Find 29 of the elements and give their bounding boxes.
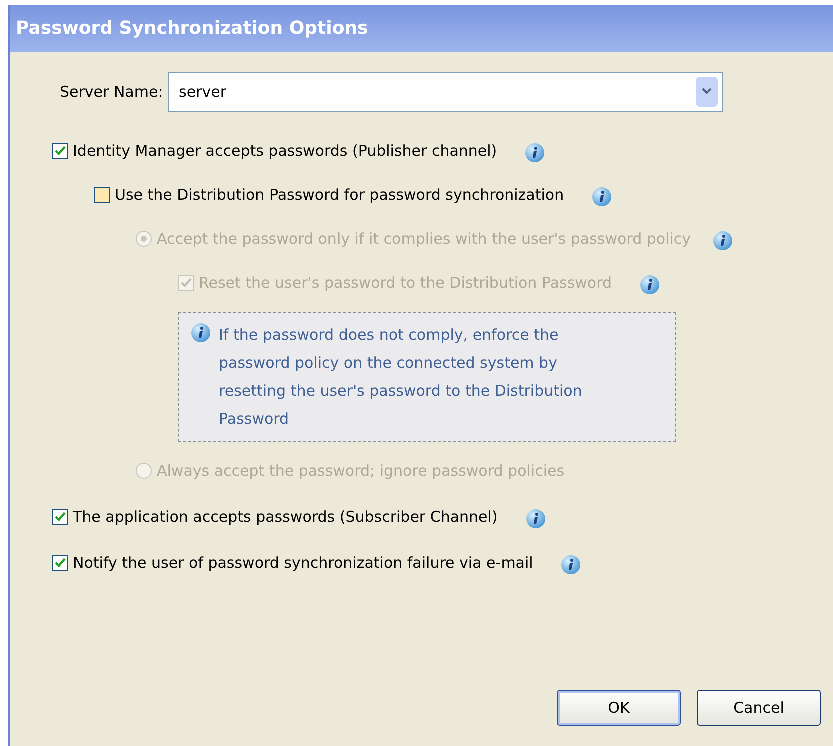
option-label: Notify the user of password synchronization failure via e-mail — [73, 552, 534, 574]
checkbox[interactable] — [52, 143, 68, 159]
checkbox[interactable] — [52, 555, 68, 571]
field-label: Server Name: — [60, 82, 164, 103]
option-label: Accept the password only if it complies with the user's password policy — [157, 228, 692, 250]
checkbox[interactable] — [94, 187, 110, 203]
info-icon[interactable] — [713, 231, 734, 251]
info-icon[interactable] — [640, 275, 660, 295]
checkmark-icon — [54, 558, 66, 568]
server-name-dropdown[interactable]: server — [168, 72, 723, 112]
checkmark-icon — [180, 278, 192, 288]
option-label: The application accepts passwords (Subscriber Channel) — [73, 506, 498, 528]
dropdown-value: server — [179, 82, 228, 103]
info-icon[interactable] — [191, 323, 211, 343]
checkbox[interactable] — [52, 509, 68, 525]
info-icon[interactable] — [592, 187, 612, 207]
checkmark-icon — [54, 512, 66, 522]
option-label: Use the Distribution Password for password synchronization — [115, 184, 564, 206]
note-text: If the password does not comply, enforce the password policy on the connected system by resetting the user's password to the Distribution Password — [219, 325, 584, 430]
option-label: Reset the user's password to the Distribution Password — [199, 272, 612, 294]
checkmark-icon — [54, 146, 66, 156]
dialog-button[interactable]: OK — [557, 690, 681, 726]
window-title: Password Synchronization Options — [16, 17, 368, 41]
dialog-button[interactable]: Cancel — [697, 690, 821, 726]
option-label: Identity Manager accepts passwords (Publisher channel) — [73, 140, 498, 162]
info-icon[interactable] — [525, 143, 546, 163]
info-icon[interactable] — [526, 509, 546, 529]
info-icon[interactable] — [561, 555, 582, 575]
option-label: Always accept the password; ignore password policies — [157, 460, 565, 482]
